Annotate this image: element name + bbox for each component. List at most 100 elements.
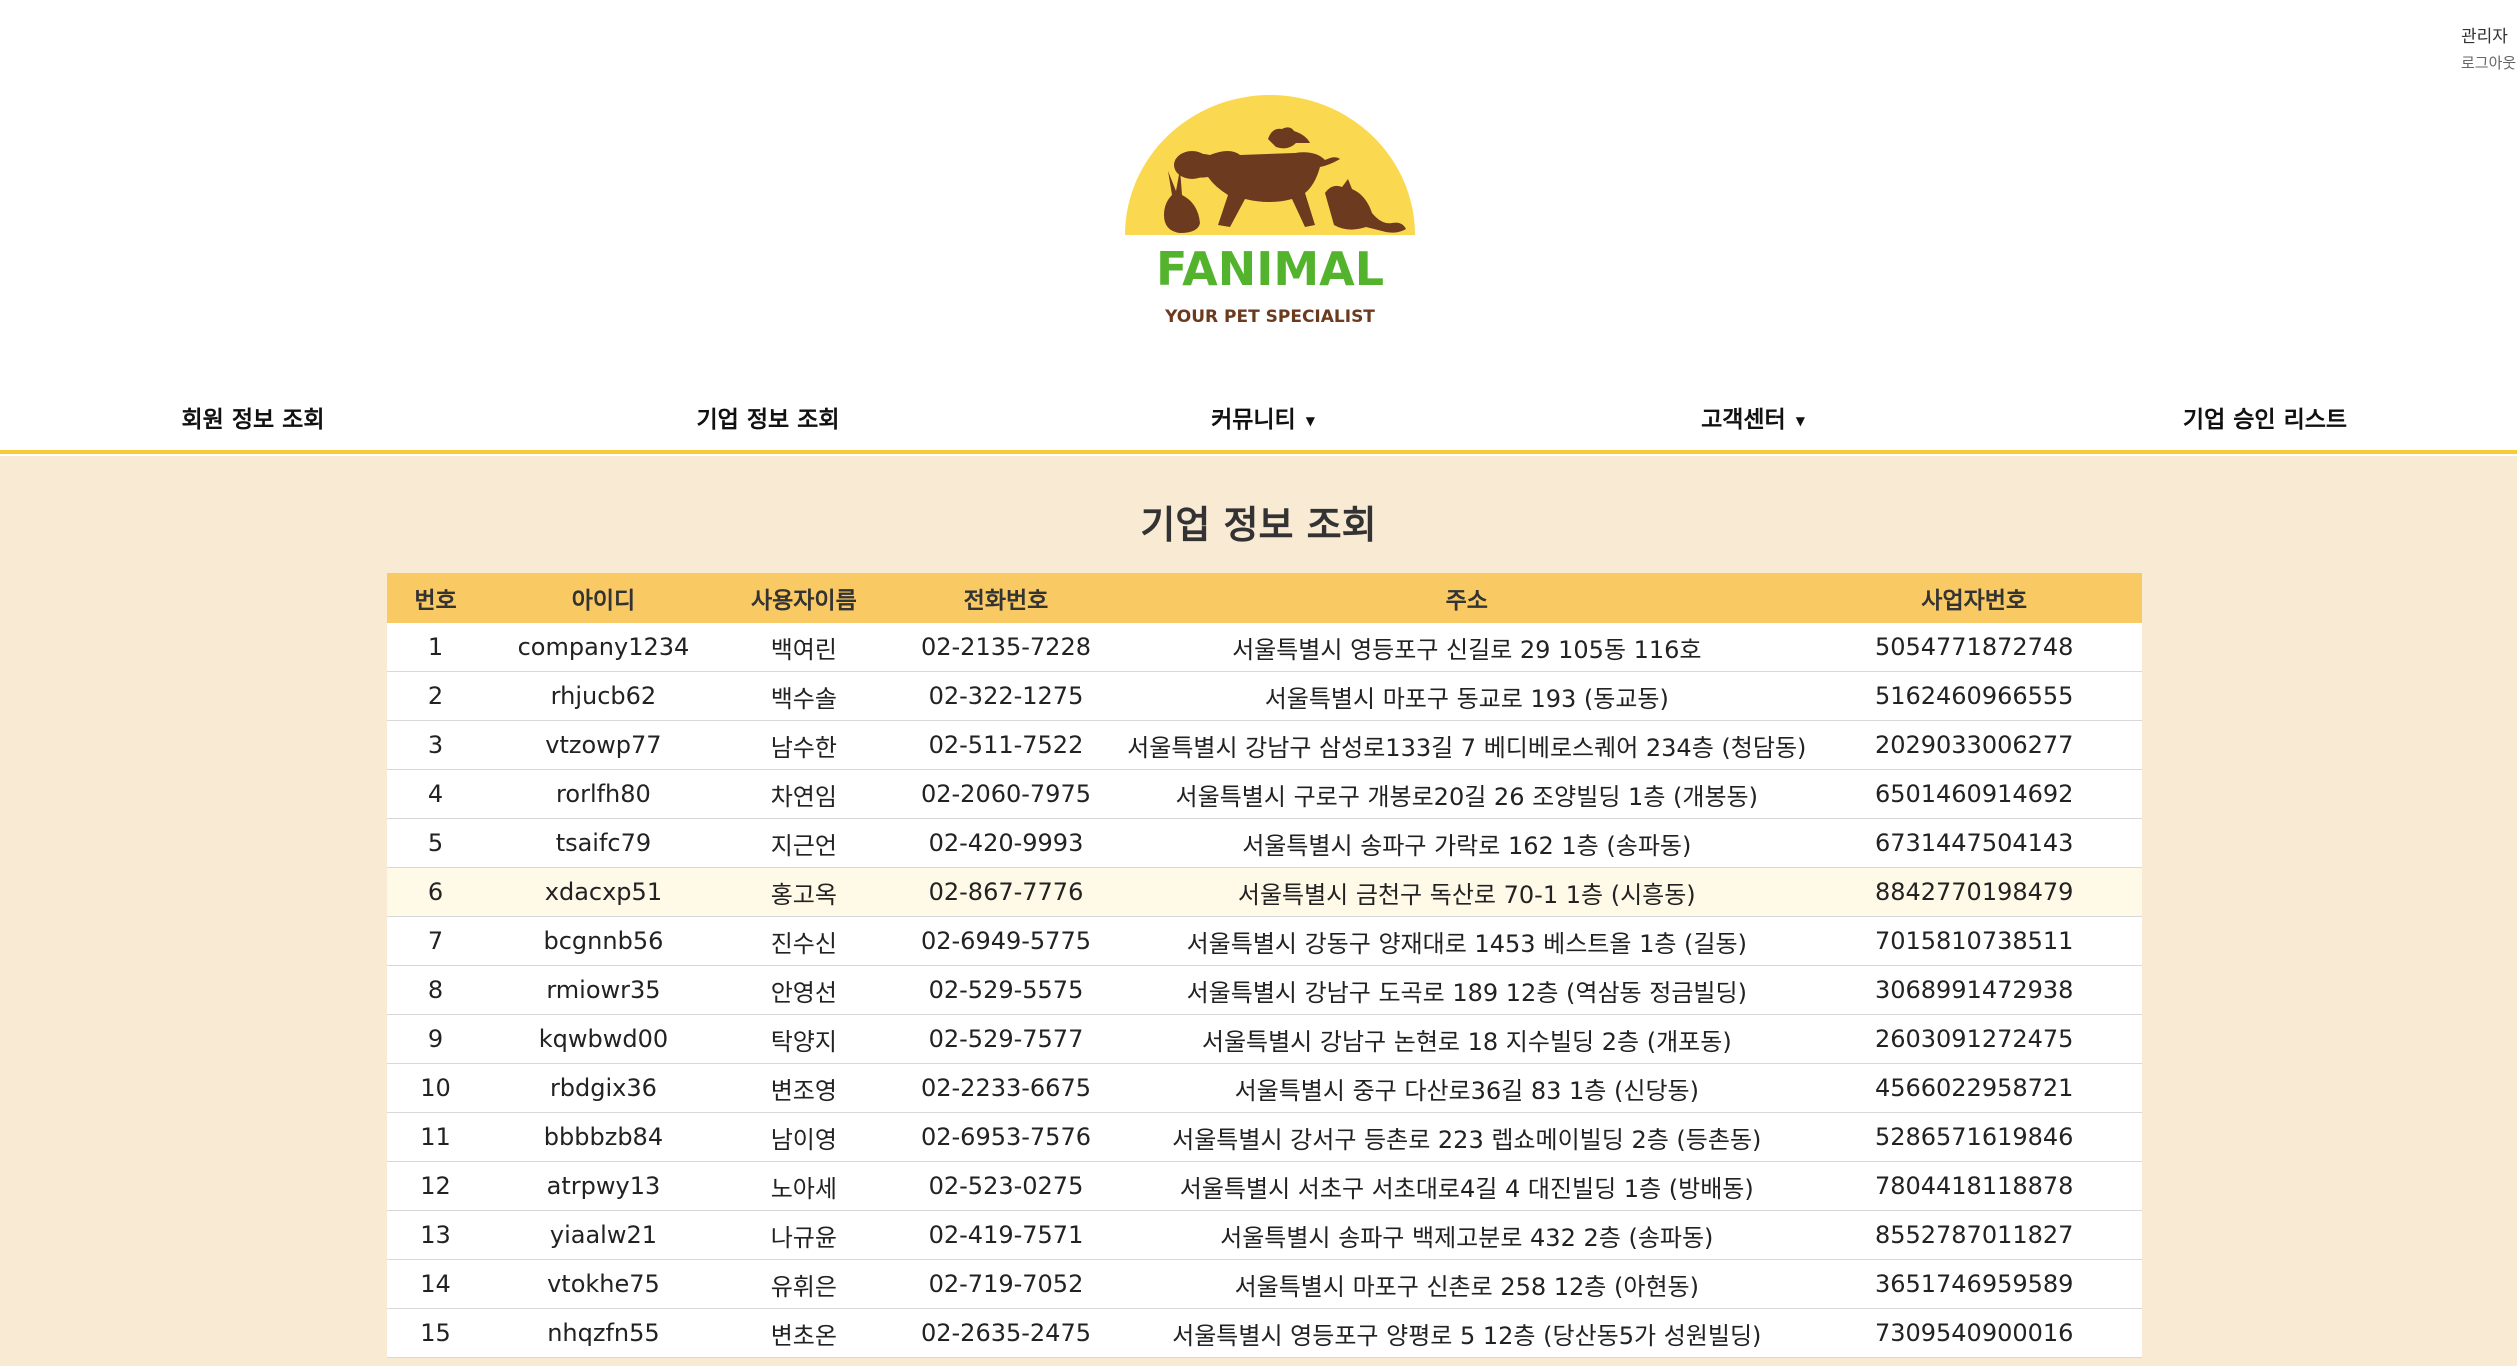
cell-username: 노아세 [722, 1161, 885, 1211]
cell-address: 서울특별시 강동구 양재대로 1453 베스트올 1층 (길동) [1127, 916, 1807, 966]
table-row[interactable]: 8 rmiowr35 안영선 02-529-5575 서울특별시 강남구 도곡로 189… [387, 965, 2142, 1015]
nav-member-info[interactable]: 회원 정보 조회 [182, 400, 325, 434]
cell-address: 서울특별시 강남구 도곡로 189 12층 (역삼동 정금빌딩) [1127, 965, 1807, 1015]
cell-phone: 02-867-7776 [884, 867, 1128, 917]
cell-number: 3 [387, 720, 484, 770]
cell-username: 나규윤 [722, 1210, 885, 1260]
cell-phone: 02-419-7571 [884, 1210, 1128, 1260]
col-header-business-number: 사업자번호 [1806, 573, 2142, 623]
cell-id: company1234 [483, 623, 723, 672]
cell-id: atrpwy13 [483, 1161, 723, 1211]
nav-member-info-label: 회원 정보 조회 [181, 407, 325, 433]
cell-number: 1 [387, 623, 484, 672]
cell-address: 서울특별시 금천구 독산로 70-1 1층 (시흥동) [1127, 867, 1807, 917]
cell-phone: 02-6953-7576 [884, 1112, 1128, 1162]
cell-id: vtzowp77 [483, 720, 723, 770]
cell-id: tsaifc79 [483, 818, 723, 868]
cell-business-number: 8552787011827 [1806, 1210, 2142, 1260]
main-nav: 회원 정보 조회 기업 정보 조회 커뮤니티 ▼ 고객센터 ▼ 기업 승인 리스트 [0, 392, 2517, 454]
cell-username: 변조영 [722, 1063, 885, 1113]
table-row[interactable]: 12 atrpwy13 노아세 02-523-0275 서울특별시 서초구 서초대로4길… [387, 1161, 2142, 1211]
col-header-username: 사용자이름 [722, 573, 885, 623]
cell-address: 서울특별시 강서구 등촌로 223 렙쇼메이빌딩 2층 (등촌동) [1127, 1112, 1807, 1162]
cell-id: xdacxp51 [483, 867, 723, 917]
table-row[interactable]: 3 vtzowp77 남수한 02-511-7522 서울특별시 강남구 삼성로133길… [387, 720, 2142, 770]
cell-number: 13 [387, 1210, 484, 1260]
col-header-phone: 전화번호 [884, 573, 1128, 623]
table-row[interactable]: 10 rbdgix36 변조영 02-2233-6675 서울특별시 중구 다산로36길… [387, 1063, 2142, 1113]
nav-community[interactable]: 커뮤니티 ▼ [1211, 400, 1315, 434]
cell-username: 백여린 [722, 623, 885, 672]
table-row[interactable]: 9 kqwbwd00 탁양지 02-529-7577 서울특별시 강남구 논현로 18 … [387, 1014, 2142, 1064]
caret-down-icon: ▼ [1305, 413, 1315, 428]
table-row[interactable]: 13 yiaalw21 나규윤 02-419-7571 서울특별시 송파구 백제고분로 … [387, 1210, 2142, 1260]
cell-phone: 02-2135-7228 [884, 623, 1128, 672]
cell-id: rorlfh80 [483, 769, 723, 819]
cell-phone: 02-322-1275 [884, 671, 1128, 721]
cell-username: 지근언 [722, 818, 885, 868]
table-row[interactable]: 6 xdacxp51 홍고옥 02-867-7776 서울특별시 금천구 독산로 70-… [387, 867, 2142, 917]
nav-community-label: 커뮤니티 [1211, 407, 1296, 433]
cell-phone: 02-511-7522 [884, 720, 1128, 770]
cell-business-number: 3651746959589 [1806, 1259, 2142, 1309]
table-row[interactable]: 14 vtokhe75 유휘은 02-719-7052 서울특별시 마포구 신촌로 25… [387, 1259, 2142, 1309]
col-header-number: 번호 [387, 573, 484, 623]
cell-id: yiaalw21 [483, 1210, 723, 1260]
cell-username: 홍고옥 [722, 867, 885, 917]
cell-number: 11 [387, 1112, 484, 1162]
cell-business-number: 5162460966555 [1806, 671, 2142, 721]
admin-box: 관리자 로그아웃 [2461, 24, 2517, 76]
cell-number: 12 [387, 1161, 484, 1211]
cell-id: vtokhe75 [483, 1259, 723, 1309]
cell-username: 차연임 [722, 769, 885, 819]
cell-phone: 02-529-5575 [884, 965, 1128, 1015]
cell-phone: 02-6949-5775 [884, 916, 1128, 966]
fanimal-logo[interactable]: FANIMAL YOUR PET SPECIALIST [1120, 95, 1420, 335]
table-row[interactable]: 7 bcgnnb56 진수신 02-6949-5775 서울특별시 강동구 양재대로 1… [387, 916, 2142, 966]
cell-address: 서울특별시 마포구 동교로 193 (동교동) [1127, 671, 1807, 721]
cell-id: bcgnnb56 [483, 916, 723, 966]
cell-username: 진수신 [722, 916, 885, 966]
cell-address: 서울특별시 강남구 삼성로133길 7 베디베로스퀘어 234층 (청담동) [1127, 720, 1807, 770]
table-row[interactable]: 1 company1234 백여린 02-2135-7228 서울특별시 영등포구 신길… [387, 623, 2142, 672]
cell-address: 서울특별시 중구 다산로36길 83 1층 (신당동) [1127, 1063, 1807, 1113]
nav-customer-center-label: 고객센터 [1701, 407, 1786, 433]
col-header-id: 아이디 [483, 573, 723, 623]
cell-username: 백수솔 [722, 671, 885, 721]
nav-customer-center[interactable]: 고객센터 ▼ [1701, 400, 1805, 434]
cell-address: 서울특별시 영등포구 양평로 5 12층 (당산동5가 성원빌딩) [1127, 1308, 1807, 1358]
cell-number: 6 [387, 867, 484, 917]
cell-phone: 02-523-0275 [884, 1161, 1128, 1211]
table-row[interactable]: 2 rhjucb62 백수솔 02-322-1275 서울특별시 마포구 동교로 193… [387, 671, 2142, 721]
cell-number: 10 [387, 1063, 484, 1113]
cell-address: 서울특별시 강남구 논현로 18 지수빌딩 2층 (개포동) [1127, 1014, 1807, 1064]
cell-number: 8 [387, 965, 484, 1015]
table-row[interactable]: 4 rorlfh80 차연임 02-2060-7975 서울특별시 구로구 개봉로20길… [387, 769, 2142, 819]
cell-username: 탁양지 [722, 1014, 885, 1064]
cell-address: 서울특별시 구로구 개봉로20길 26 조양빌딩 1층 (개봉동) [1127, 769, 1807, 819]
cell-number: 9 [387, 1014, 484, 1064]
logout-link[interactable]: 로그아웃 [2461, 50, 2517, 76]
nav-company-approval[interactable]: 기업 승인 리스트 [2183, 400, 2347, 434]
cell-username: 남이영 [722, 1112, 885, 1162]
cell-phone: 02-420-9993 [884, 818, 1128, 868]
cell-username: 안영선 [722, 965, 885, 1015]
page-title: 기업 정보 조회 [1140, 503, 1377, 547]
cell-business-number: 5286571619846 [1806, 1112, 2142, 1162]
cell-phone: 02-2060-7975 [884, 769, 1128, 819]
table-header-row: 번호 아이디 사용자이름 전화번호 주소 사업자번호 [387, 573, 2142, 623]
cell-business-number: 2029033006277 [1806, 720, 2142, 770]
cell-number: 2 [387, 671, 484, 721]
cell-business-number: 5054771872748 [1806, 623, 2142, 672]
cell-address: 서울특별시 영등포구 신길로 29 105동 116호 [1127, 623, 1807, 672]
cell-business-number: 6501460914692 [1806, 769, 2142, 819]
cell-phone: 02-2635-2475 [884, 1308, 1128, 1358]
cell-address: 서울특별시 송파구 가락로 162 1층 (송파동) [1127, 818, 1807, 868]
cell-address: 서울특별시 송파구 백제고분로 432 2층 (송파동) [1127, 1210, 1807, 1260]
cell-username: 남수한 [722, 720, 885, 770]
table-row[interactable]: 5 tsaifc79 지근언 02-420-9993 서울특별시 송파구 가락로 162… [387, 818, 2142, 868]
nav-company-info[interactable]: 기업 정보 조회 [697, 400, 840, 434]
table-row[interactable]: 11 bbbbzb84 남이영 02-6953-7576 서울특별시 강서구 등촌로 2… [387, 1112, 2142, 1162]
site-header: 관리자 로그아웃 FANIMAL YOUR PET SPECIALIST 회원 … [0, 0, 2517, 454]
table-row[interactable]: 15 nhqzfn55 변초온 02-2635-2475 서울특별시 영등포구 양평로 … [387, 1308, 2142, 1358]
